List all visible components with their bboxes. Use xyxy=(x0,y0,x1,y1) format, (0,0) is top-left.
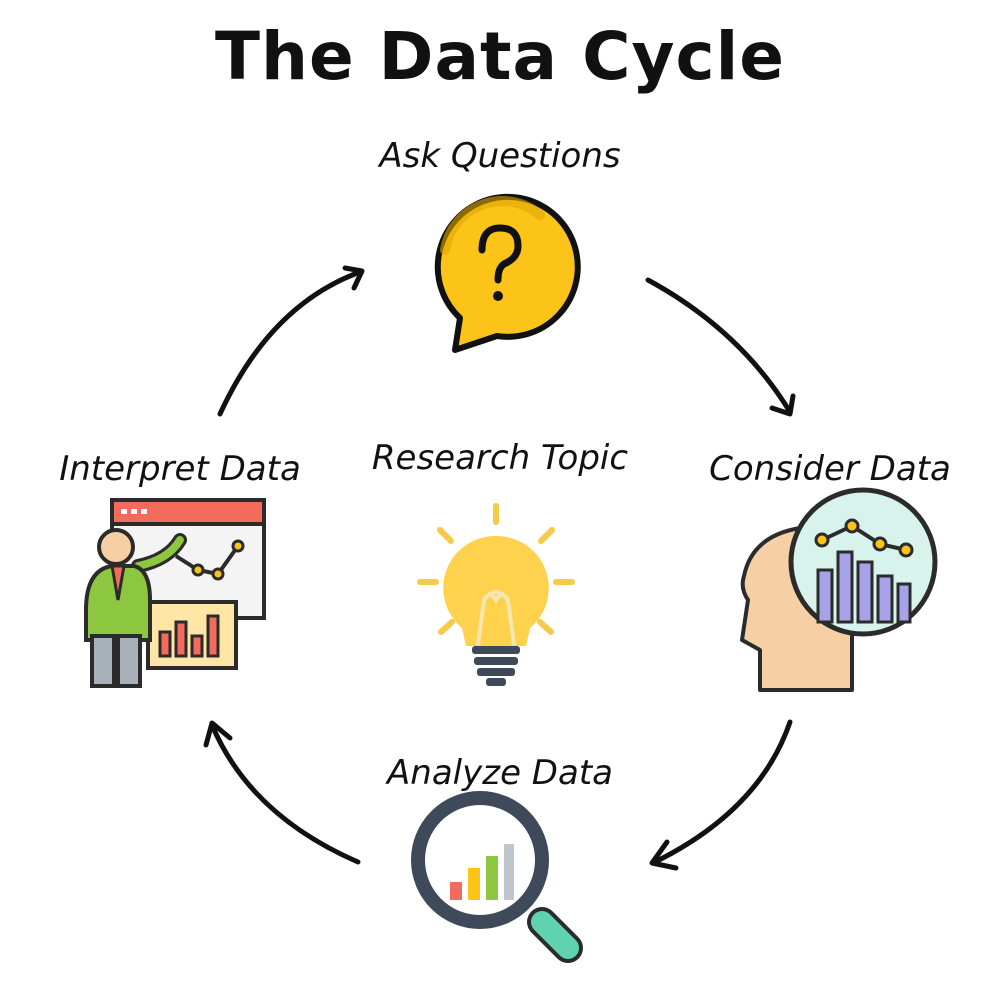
cycle-graphics xyxy=(84,193,938,963)
magnifier-chart-icon xyxy=(411,791,583,963)
data-cycle-diagram: The Data Cycle Ask Questions Consider Da… xyxy=(0,0,1000,1000)
arrow-bottom-right xyxy=(649,719,793,871)
question-bubble-icon xyxy=(434,193,581,353)
arrow-top-right xyxy=(645,277,796,417)
arrow-bottom-left xyxy=(203,720,361,865)
arrow-top-left xyxy=(217,265,365,417)
presenter-icon xyxy=(84,498,266,688)
head-chart-icon xyxy=(740,487,938,692)
lightbulb-icon xyxy=(417,503,575,686)
